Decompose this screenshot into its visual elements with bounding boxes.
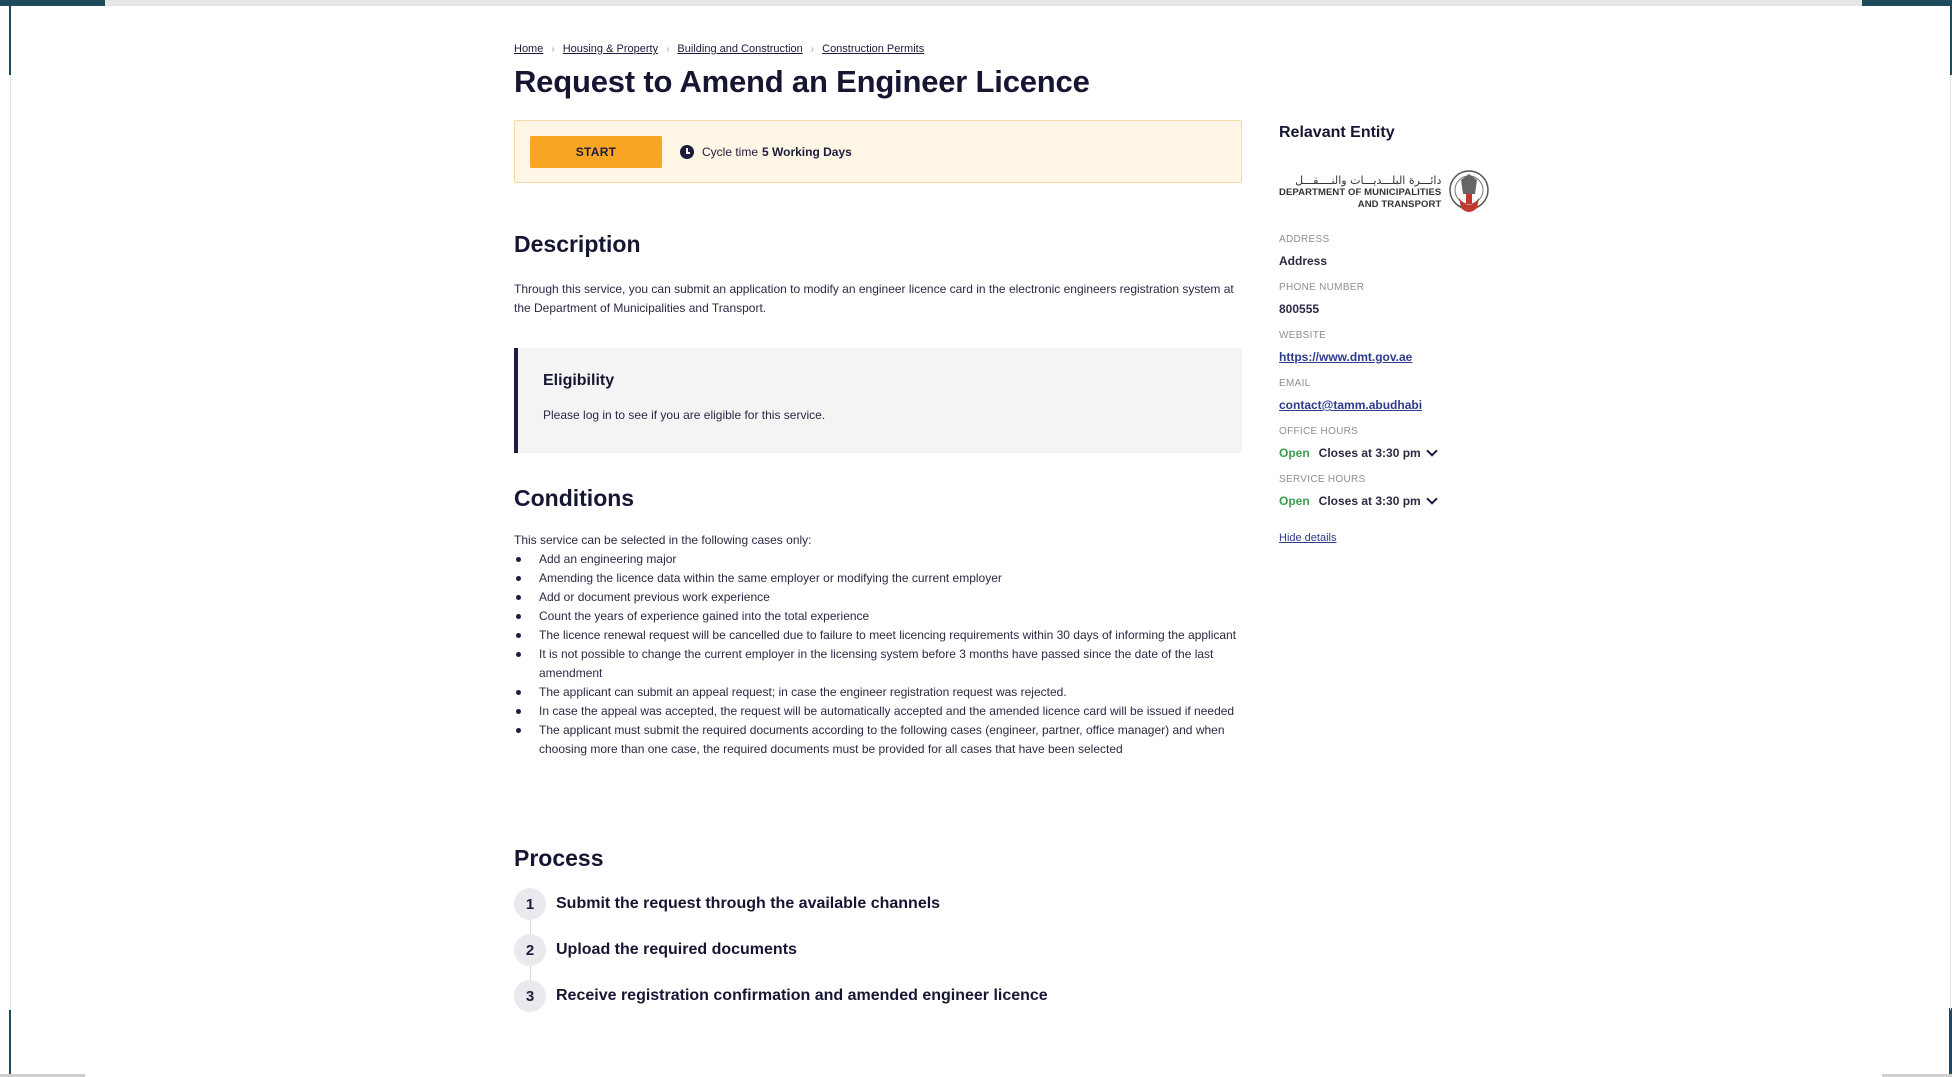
process-step: 3 Receive registration confirmation and … (514, 980, 1242, 1012)
breadcrumb-separator-icon: › (810, 43, 815, 55)
entity-logo-english-2: AND TRANSPORT (1357, 198, 1442, 210)
office-hours-close: Closes at 3:30 pm (1318, 446, 1421, 460)
list-item: Count the years of experience gained int… (514, 607, 1242, 626)
list-item: The licence renewal request will be canc… (514, 626, 1242, 645)
chevron-down-icon (1426, 493, 1438, 505)
window-top-edge-left (0, 0, 105, 6)
clock-icon (680, 144, 694, 159)
service-hours-label: SERVICE HOURS (1279, 474, 1366, 485)
description-text: Through this service, you can submit an … (514, 282, 1234, 315)
window-top-edge (0, 0, 1952, 6)
email-label: EMAIL (1279, 378, 1311, 389)
process-step: 2 Upload the required documents (514, 934, 1242, 966)
process-steps: 1 Submit the request through the availab… (514, 888, 1242, 1012)
website-link[interactable]: https://www.dmt.gov.ae (1279, 350, 1412, 364)
entity-title: Relavant Entity (1279, 124, 1395, 141)
email-link[interactable]: contact@tamm.abudhabi (1279, 398, 1422, 412)
address-value: Address (1279, 254, 1328, 268)
page-title: Request to Amend an Engineer Licence (514, 64, 1090, 99)
step-label: Submit the request through the available… (556, 895, 941, 912)
window-left-line (10, 75, 11, 1010)
website-field: https://www.dmt.gov.ae (1279, 350, 1519, 364)
breadcrumb-home[interactable]: Home (514, 43, 543, 55)
list-item: In case the appeal was accepted, the req… (514, 702, 1242, 721)
window-top-edge-right (1862, 0, 1952, 6)
eligibility-box: Eligibility Please log in to see if you … (514, 348, 1242, 453)
breadcrumb-housing[interactable]: Housing & Property (563, 43, 658, 55)
phone-label: PHONE NUMBER (1279, 282, 1365, 293)
abu-dhabi-emblem-icon (1449, 170, 1490, 212)
office-hours-status: Open (1279, 446, 1310, 460)
phone-value: 800555 (1279, 302, 1320, 316)
window-right-line (1950, 75, 1951, 1010)
office-hours-toggle[interactable]: Open Closes at 3:30 pm (1279, 445, 1519, 460)
hide-details-link[interactable]: Hide details (1279, 532, 1336, 544)
service-hours-toggle[interactable]: Open Closes at 3:30 pm (1279, 493, 1519, 508)
cycle-time-label: Cycle time (702, 144, 759, 159)
breadcrumb-separator-icon: › (551, 43, 555, 55)
hide-details: Hide details (1279, 532, 1519, 544)
breadcrumb-separator-icon: › (666, 43, 670, 55)
chevron-down-icon (1426, 445, 1438, 457)
list-item: It is not possible to change the current… (514, 645, 1242, 683)
main-content: Home › Housing & Property › Building and… (514, 40, 1242, 1026)
address-label: ADDRESS (1279, 234, 1330, 245)
list-item: Amending the licence data within the sam… (514, 569, 1242, 588)
window-left-edge (9, 0, 11, 75)
list-item: The applicant can submit an appeal reque… (514, 683, 1242, 702)
breadcrumb-construction-permits[interactable]: Construction Permits (822, 43, 924, 55)
service-hours-status: Open (1279, 494, 1310, 508)
window-left-edge-bottom (9, 1010, 11, 1077)
office-hours-label: OFFICE HOURS (1279, 426, 1359, 437)
list-item: Add or document previous work experience (514, 588, 1242, 607)
entity-logo-arabic: دائـــرة البلـــديـــات والنــــقـــل (1295, 173, 1442, 187)
conditions-title: Conditions (514, 485, 635, 511)
step-number: 2 (514, 934, 546, 966)
breadcrumb: Home › Housing & Property › Building and… (514, 40, 1242, 58)
conditions-list: Add an engineering major Amending the li… (514, 550, 1242, 759)
entity-logo-english-1: DEPARTMENT OF MUNICIPALITIES (1279, 186, 1442, 198)
start-bar: START Cycle time 5 Working Days (514, 120, 1242, 183)
step-number: 1 (514, 888, 546, 920)
eligibility-title: Eligibility (543, 372, 615, 389)
step-label: Receive registration confirmation and am… (556, 987, 1048, 1004)
description-title: Description (514, 231, 641, 257)
relevant-entity-panel: Relavant Entity دائـــرة البلـــديـــات … (1279, 124, 1519, 544)
breadcrumb-building[interactable]: Building and Construction (677, 43, 802, 55)
entity-logo-text: دائـــرة البلـــديـــات والنــــقـــل DE… (1279, 174, 1441, 211)
process-step: 1 Submit the request through the availab… (514, 888, 1242, 920)
list-item: Add an engineering major (514, 550, 1242, 569)
step-number: 3 (514, 980, 546, 1012)
entity-logo: دائـــرة البلـــديـــات والنــــقـــل DE… (1279, 164, 1519, 220)
step-label: Upload the required documents (556, 941, 797, 958)
eligibility-text: Please log in to see if you are eligible… (543, 408, 826, 422)
process-title: Process (514, 845, 604, 871)
cycle-time: Cycle time 5 Working Days (680, 144, 852, 159)
service-hours-close: Closes at 3:30 pm (1318, 494, 1421, 508)
email-field: contact@tamm.abudhabi (1279, 398, 1519, 412)
list-item: The applicant must submit the required d… (514, 721, 1242, 759)
cycle-time-value: 5 Working Days (762, 144, 852, 159)
start-button[interactable]: START (530, 135, 662, 168)
website-label: WEBSITE (1279, 330, 1327, 341)
conditions-intro: This service can be selected in the foll… (514, 533, 812, 547)
